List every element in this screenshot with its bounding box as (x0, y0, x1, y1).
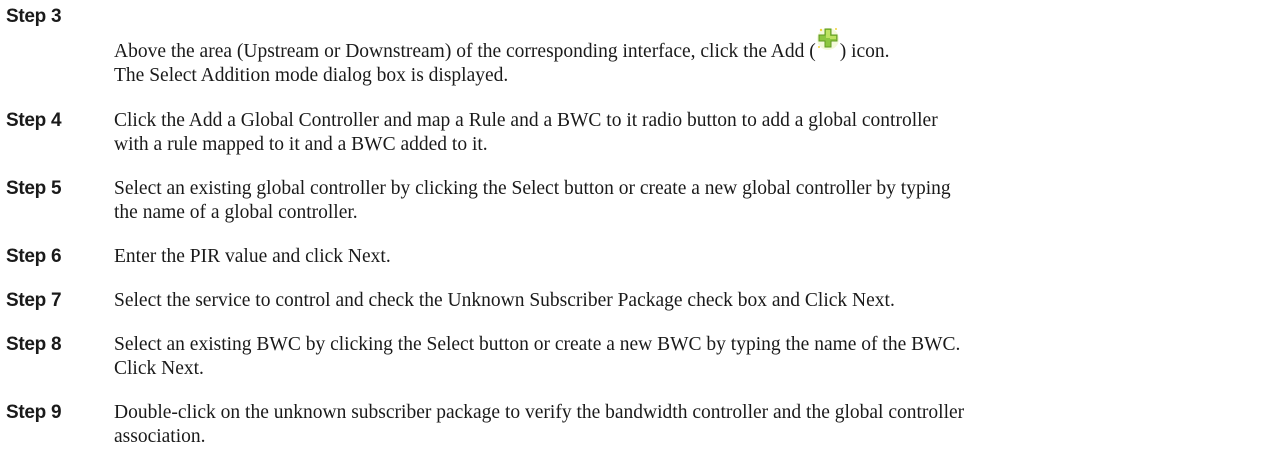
step-3-line-1-start: Above the area (Upstream or Downstream) … (114, 41, 816, 62)
step-3-text: Above the area (Upstream or Downstream) … (114, 28, 890, 88)
step-9-label: Step 9 (6, 402, 62, 423)
step-3-line-1-end: ) icon. (839, 41, 890, 62)
step-8-text: Select an existing BWC by clicking the S… (114, 333, 960, 381)
add-plus-icon (816, 26, 840, 52)
step-7-label: Step 7 (6, 290, 62, 311)
step-7-text: Select the service to control and check … (114, 289, 895, 313)
step-9-text: Double-click on the unknown subscriber p… (114, 401, 964, 449)
step-8-label: Step 8 (6, 334, 62, 355)
step-4-line-1: Click the Add a Global Controller and ma… (114, 110, 938, 131)
step-6-label: Step 6 (6, 246, 62, 267)
step-7-line-1: Select the service to control and check … (114, 290, 895, 311)
step-6-line-1: Enter the PIR value and click Next. (114, 246, 391, 267)
step-6-text: Enter the PIR value and click Next. (114, 245, 391, 269)
step-9-line-1: Double-click on the unknown subscriber p… (114, 402, 965, 423)
step-8-line-2: Click Next. (114, 358, 204, 379)
step-5-text: Select an existing global controller by … (114, 177, 951, 225)
step-8-line-1: Select an existing BWC by clicking the S… (114, 334, 961, 355)
step-4-text: Click the Add a Global Controller and ma… (114, 109, 938, 157)
step-5-label: Step 5 (6, 178, 62, 199)
step-9-line-2: association. (114, 426, 206, 447)
step-3-line-1: Above the area (Upstream or Downstream) … (114, 28, 890, 64)
step-3-line-2: The Select Addition mode dialog box is d… (114, 65, 509, 86)
step-4-line-2: with a rule mapped to it and a BWC added… (114, 134, 488, 155)
step-5-line-2: the name of a global controller. (114, 202, 358, 223)
step-5-line-1: Select an existing global controller by … (114, 178, 951, 199)
step-4-label: Step 4 (6, 110, 62, 131)
step-3-label: Step 3 (6, 6, 62, 27)
